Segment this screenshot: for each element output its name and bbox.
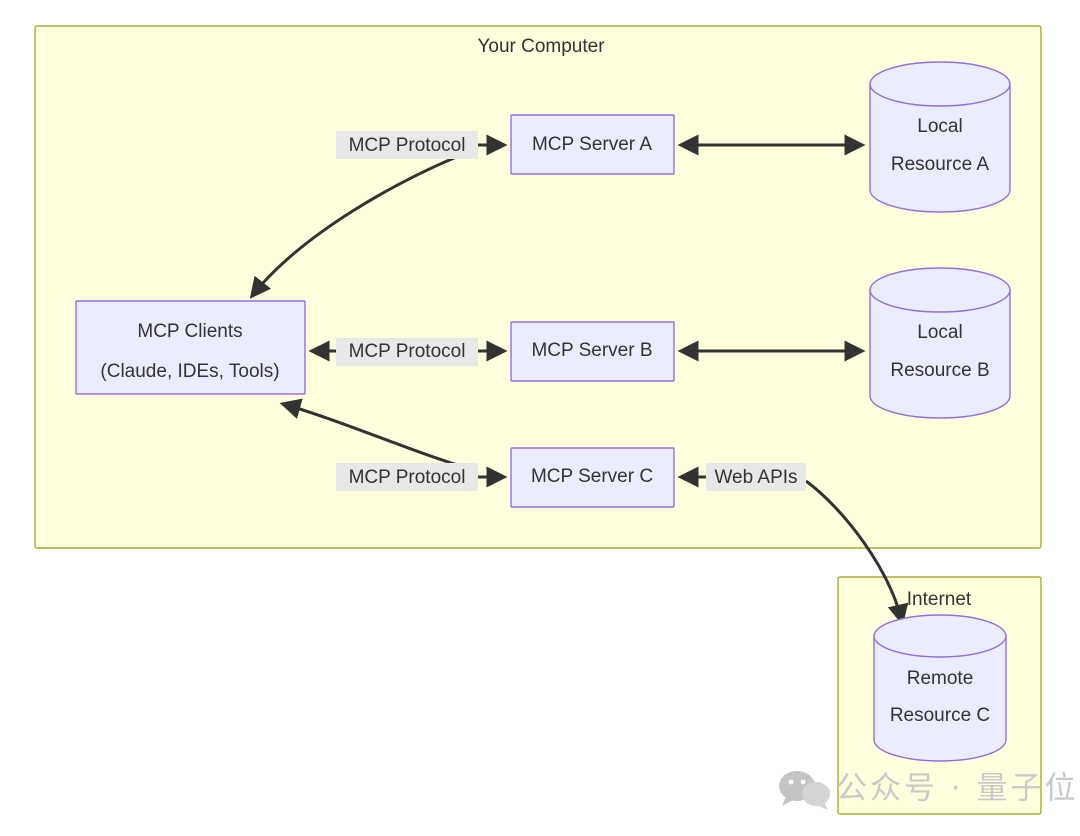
node-mcp-server-a[interactable]: MCP Server A	[510, 114, 675, 175]
node-mcp-clients[interactable]: MCP Clients (Claude, IDEs, Tools)	[75, 300, 306, 395]
watermark: 公众号 · 量子位	[779, 771, 1079, 810]
node-local-resource-b[interactable]: Local Resource B	[869, 267, 1011, 419]
watermark-label: 公众号 · 量子位	[836, 771, 1079, 807]
wechat-icon	[779, 771, 830, 810]
node-mcp-clients-label-line1: MCP Clients	[137, 321, 242, 342]
node-remote-resource-c-label-line2: Resource C	[890, 705, 990, 726]
node-local-resource-b-top	[869, 267, 1011, 313]
diagram-canvas: Your Computer Internet MCP Clients (Clau…	[0, 0, 1080, 836]
node-mcp-server-c[interactable]: MCP Server C	[510, 447, 675, 508]
node-local-resource-a[interactable]: Local Resource A	[869, 61, 1011, 213]
node-local-resource-b-label-line1: Local	[917, 322, 962, 343]
node-mcp-clients-label-line2: (Claude, IDEs, Tools)	[100, 361, 279, 382]
edge-label-clients-server-c: MCP Protocol	[336, 463, 478, 491]
node-remote-resource-c[interactable]: Remote Resource C	[873, 614, 1007, 762]
node-local-resource-a-label-line1: Local	[917, 116, 962, 137]
subgraph-your-computer-title: Your Computer	[477, 36, 605, 57]
node-mcp-server-b[interactable]: MCP Server B	[510, 321, 675, 382]
edge-label-clients-server-b-text: MCP Protocol	[349, 341, 466, 362]
edge-label-web-apis-text: Web APIs	[714, 467, 797, 488]
node-local-resource-a-label-line2: Resource A	[891, 154, 990, 175]
node-local-resource-b-label-line2: Resource B	[890, 360, 989, 381]
edge-label-web-apis: Web APIs	[706, 463, 806, 491]
edge-label-clients-server-a-text: MCP Protocol	[349, 135, 466, 156]
subgraph-internet-title: Internet	[907, 589, 972, 610]
edge-label-clients-server-a: MCP Protocol	[336, 131, 478, 159]
mcp-architecture-diagram: Your Computer Internet MCP Clients (Clau…	[34, 25, 1079, 815]
node-mcp-server-a-label: MCP Server A	[532, 134, 652, 155]
edge-label-clients-server-b: MCP Protocol	[336, 338, 478, 366]
node-mcp-server-b-label: MCP Server B	[531, 340, 652, 361]
node-mcp-server-c-label: MCP Server C	[531, 466, 653, 487]
node-local-resource-a-top	[869, 61, 1011, 107]
edge-label-clients-server-c-text: MCP Protocol	[349, 467, 466, 488]
node-remote-resource-c-label-line1: Remote	[907, 668, 974, 689]
node-remote-resource-c-top	[873, 614, 1007, 658]
